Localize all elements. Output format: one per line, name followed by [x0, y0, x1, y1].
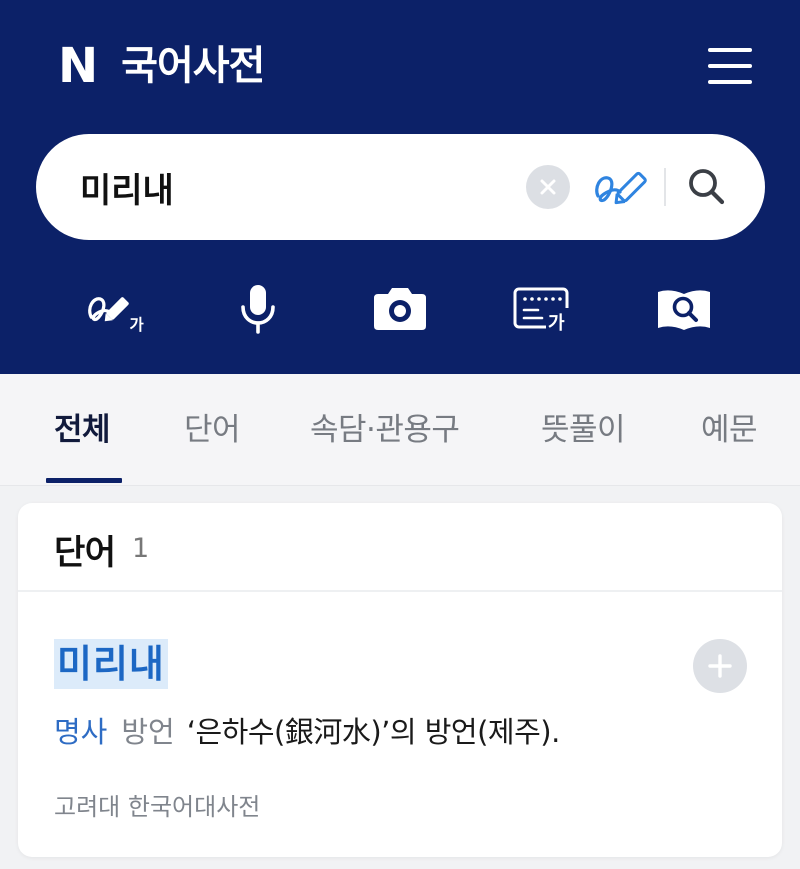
keyboard-input-button[interactable]: 가 [512, 282, 572, 336]
word-results-card: 단어 1 미리내 명사 방언 ‘은하수(銀河水)’의 방언(제주). 고려대 한… [18, 503, 782, 857]
menu-button[interactable] [706, 44, 754, 88]
camera-icon [374, 288, 426, 330]
voice-search-button[interactable] [228, 282, 288, 336]
plus-icon [708, 654, 732, 678]
tab-bar: 전체 단어 속담·관용구 뜻풀이 예문 [0, 374, 800, 486]
tab-proverb-idiom[interactable]: 속담·관용구 [310, 410, 460, 450]
part-of-speech: 명사 [54, 715, 108, 749]
add-to-wordbook-button[interactable] [693, 639, 747, 693]
definition-line: 명사 방언 ‘은하수(銀河水)’의 방언(제주). [54, 710, 560, 750]
active-tab-indicator [46, 478, 122, 483]
tab-all[interactable]: 전체 [54, 410, 111, 450]
menu-bar-3 [708, 80, 752, 84]
naver-logo: N [58, 38, 98, 94]
definition-text: ‘은하수(銀河水)’의 방언(제주). [186, 715, 561, 749]
menu-bar-2 [708, 64, 752, 68]
camera-search-button[interactable] [370, 282, 430, 336]
logo[interactable]: N 국어사전 [58, 38, 265, 94]
app-header: N 국어사전 미리내 가 가 [0, 0, 800, 374]
keyboard-icon: 가 [513, 287, 570, 332]
search-divider [664, 168, 666, 206]
card-header: 단어 1 [18, 503, 782, 592]
menu-bar-1 [708, 48, 752, 52]
handwriting-tool-char: 가 [129, 316, 144, 334]
handwriting-icon: 가 [88, 297, 144, 334]
search-input[interactable] [80, 158, 510, 216]
page-title: 국어사전 [121, 43, 265, 89]
tab-word[interactable]: 단어 [184, 410, 241, 450]
handwriting-input-button[interactable] [592, 162, 648, 212]
dictionary-source[interactable]: 고려대 한국어대사전 [54, 787, 260, 822]
search-icon [689, 169, 725, 205]
book-search-icon [658, 290, 710, 330]
clear-search-button[interactable] [526, 165, 570, 209]
microphone-icon [241, 285, 275, 334]
handwriting-icon [595, 171, 647, 205]
search-button[interactable] [684, 164, 730, 210]
tab-meaning[interactable]: 뜻풀이 [541, 410, 626, 450]
section-title: 단어 [54, 533, 116, 573]
handwriting-tool-button[interactable]: 가 [84, 282, 144, 336]
usage-label: 방언 [121, 715, 175, 749]
tab-example[interactable]: 예문 [701, 410, 758, 450]
close-icon [540, 179, 556, 195]
keyboard-tool-char: 가 [548, 313, 565, 332]
search-bar [36, 134, 765, 240]
result-count: 1 [132, 533, 150, 564]
entry-word-link[interactable]: 미리내 [54, 639, 168, 689]
dictionary-search-button[interactable] [654, 282, 714, 336]
